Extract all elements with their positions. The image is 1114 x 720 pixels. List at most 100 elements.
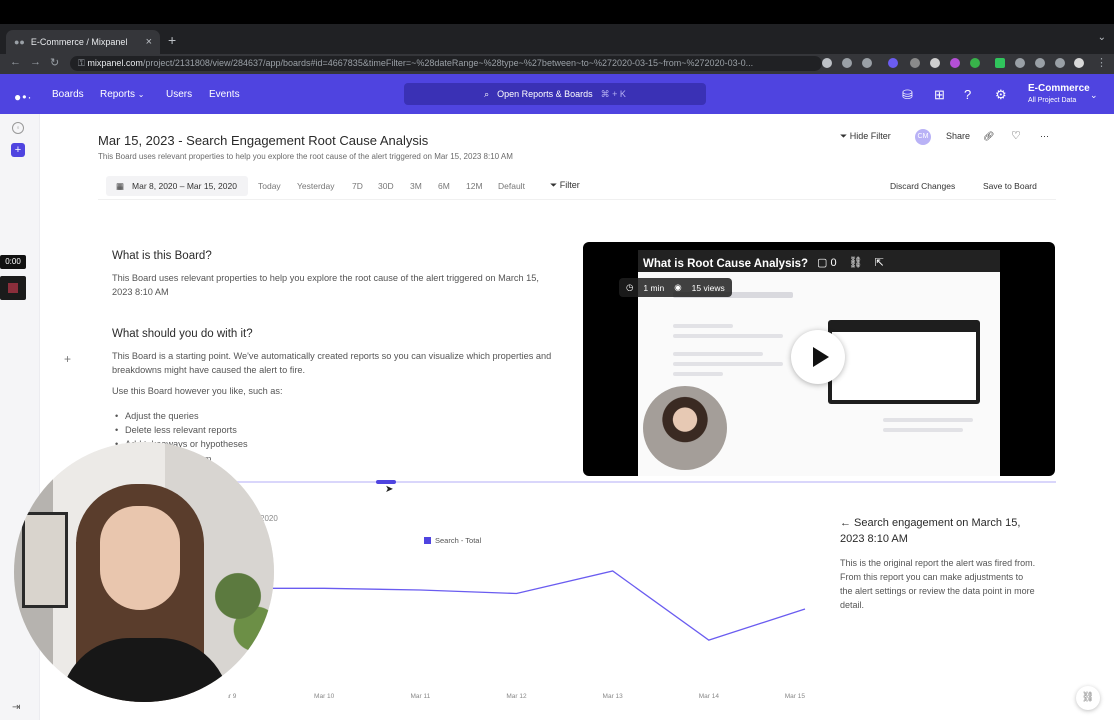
bookmark-star-icon[interactable] (862, 58, 872, 68)
share-button[interactable]: Share (946, 131, 970, 141)
open-reports-search[interactable]: ⌕ Open Reports & Boards ⌘ + K (404, 83, 706, 105)
google-icon[interactable] (822, 58, 832, 68)
range-7d[interactable]: 7D (352, 181, 363, 191)
card-paragraph-1: This Board uses relevant properties to h… (112, 273, 539, 297)
mouse-cursor-icon: ➤ (385, 484, 394, 495)
forward-icon[interactable]: → (30, 56, 41, 68)
external-link-icon[interactable]: ⇱ (875, 256, 884, 269)
copy-link-icon[interactable]: 🔗︎ (983, 131, 994, 142)
filter-icon: ⏷ (840, 131, 848, 141)
apps-grid-icon[interactable]: ⊞ (934, 87, 945, 103)
project-chevron-down-icon[interactable]: ⌄ (1090, 90, 1098, 101)
card-paragraph-2: This Board is a starting point. We've au… (112, 351, 552, 375)
card-heading-what-is: What is this Board? (112, 250, 212, 262)
tab-close-icon[interactable]: × (146, 36, 152, 48)
filter-button[interactable]: ⏷ Filter (550, 180, 580, 191)
x-tick-label: Mar 13 (603, 693, 624, 700)
back-icon[interactable]: ← (10, 56, 21, 68)
board-title[interactable]: Mar 15, 2023 - Search Engagement Root Ca… (98, 133, 428, 148)
project-name: E-Commerce (1028, 83, 1090, 94)
webcam-person-face (100, 506, 180, 610)
settings-gear-icon[interactable]: ⚙ (995, 87, 1007, 103)
range-yesterday[interactable]: Yesterday (297, 181, 335, 191)
recording-timer: 0:00 (0, 255, 26, 269)
video-player[interactable]: What is Root Cause Analysis? ▢ 0 ⛓︎ ⇱ ◷ … (583, 242, 1055, 476)
copy-link-fab-icon[interactable]: ⛓︎ (1076, 686, 1100, 710)
video-actions: ▢ 0 ⛓︎ ⇱ (817, 256, 884, 269)
more-options-icon[interactable]: ⋯ (1040, 131, 1049, 142)
side-panel-icon[interactable] (1055, 58, 1065, 68)
filter-label: Filter (559, 180, 580, 190)
nav-users[interactable]: Users (166, 89, 192, 100)
line-chart[interactable]: Mar 9Mar 10Mar 11Mar 12Mar 13Mar 14Mar 1… (228, 500, 814, 710)
nav-events[interactable]: Events (209, 89, 240, 100)
extension-icon[interactable] (930, 58, 940, 68)
tab-title: E-Commerce / Mixpanel (30, 37, 128, 47)
expand-sidebar-icon[interactable]: ⇥ (12, 702, 20, 713)
series-line-0[interactable] (228, 570, 806, 641)
video-comments[interactable]: ▢ 0 (817, 256, 837, 269)
record-stop-button[interactable] (0, 276, 26, 300)
range-3m[interactable]: 3M (410, 181, 422, 191)
video-title[interactable]: What is Root Cause Analysis? (643, 258, 808, 270)
x-tick-label: Mar 15 (785, 693, 806, 700)
help-icon[interactable]: ? (964, 87, 971, 102)
report-link-title[interactable]: ← Search engagement on March 15, 2023 8:… (840, 515, 1030, 547)
video-meta: ◷ 1 min ◉ 15 views (619, 278, 732, 297)
range-12m[interactable]: 12M (466, 181, 483, 191)
range-6m[interactable]: 6M (438, 181, 450, 191)
app-header: ●•· Boards Reports ⌄ Users Events ⌕ Open… (0, 74, 1114, 114)
video-inner-window (828, 320, 980, 404)
reading-list-icon[interactable] (1035, 58, 1045, 68)
browser-tab[interactable]: ●● E-Commerce / Mixpanel × (6, 30, 160, 54)
x-tick-label: Mar 14 (699, 693, 720, 700)
favorite-heart-icon[interactable]: ♡ (1011, 129, 1021, 142)
extension-icon[interactable] (888, 58, 898, 68)
rail-circle-icon[interactable]: ◦ (12, 122, 24, 134)
video-content-line (673, 372, 723, 376)
extension-icon[interactable] (970, 58, 980, 68)
database-icon[interactable]: ⛁ (902, 87, 913, 103)
url-path: /project/2131808/view/284637/app/boards#… (142, 58, 754, 68)
puzzle-icon[interactable] (1015, 58, 1025, 68)
range-default[interactable]: Default (498, 181, 525, 191)
chevron-down-icon: ⌄ (137, 90, 145, 99)
filter-plus-icon: ⏷ (550, 180, 558, 190)
mixpanel-logo-icon[interactable]: ●•· (14, 90, 32, 104)
profile-avatar[interactable] (1074, 58, 1084, 68)
hide-filter-button[interactable]: ⏷ Hide Filter (840, 131, 891, 142)
date-range-picker[interactable]: ▦ Mar 8, 2020 – Mar 15, 2020 (106, 176, 248, 196)
avatar[interactable]: CM (915, 129, 931, 145)
reload-icon[interactable]: ↻ (50, 56, 59, 69)
extension-icon[interactable] (950, 58, 960, 68)
url-input[interactable]: ⚿ mixpanel.com/project/2131808/view/2846… (70, 56, 822, 71)
board-description: This Board uses relevant properties to h… (98, 152, 513, 161)
video-content-line (883, 428, 963, 432)
webcam-wall-frame (22, 512, 68, 608)
x-tick-label: Mar 10 (314, 693, 335, 700)
browser-menu-icon[interactable]: ⋮ (1096, 56, 1107, 69)
video-presenter-thumbnail (643, 386, 727, 470)
nav-boards[interactable]: Boards (52, 89, 84, 100)
extension-icon[interactable] (995, 58, 1005, 68)
hide-filter-label: Hide Filter (849, 131, 891, 141)
tab-search-chevron-icon[interactable]: ⌄ (1098, 32, 1106, 43)
range-today[interactable]: Today (258, 181, 281, 191)
link-icon[interactable]: ⛓︎ (849, 256, 863, 269)
new-tab-button[interactable]: + (168, 32, 176, 48)
discard-changes-button[interactable]: Discard Changes (890, 181, 955, 191)
nav-reports[interactable]: Reports ⌄ (100, 89, 145, 100)
comment-count: 0 (830, 257, 837, 269)
card-paragraph-3: Use this Board however you like, such as… (112, 386, 283, 396)
search-shortcut: ⌘ + K (600, 88, 626, 99)
share-page-icon[interactable] (842, 58, 852, 68)
report-link-description: This is the original report the alert wa… (840, 558, 1036, 610)
extension-icon[interactable] (910, 58, 920, 68)
play-icon[interactable] (791, 330, 845, 384)
save-to-board-button[interactable]: Save to Board (983, 181, 1037, 191)
range-30d[interactable]: 30D (378, 181, 394, 191)
rail-add-button[interactable]: + (11, 143, 25, 157)
webcam-plant (214, 552, 274, 662)
add-row-icon[interactable]: + (64, 352, 71, 366)
project-selector[interactable]: E-Commerce All Project Data (1028, 82, 1090, 107)
